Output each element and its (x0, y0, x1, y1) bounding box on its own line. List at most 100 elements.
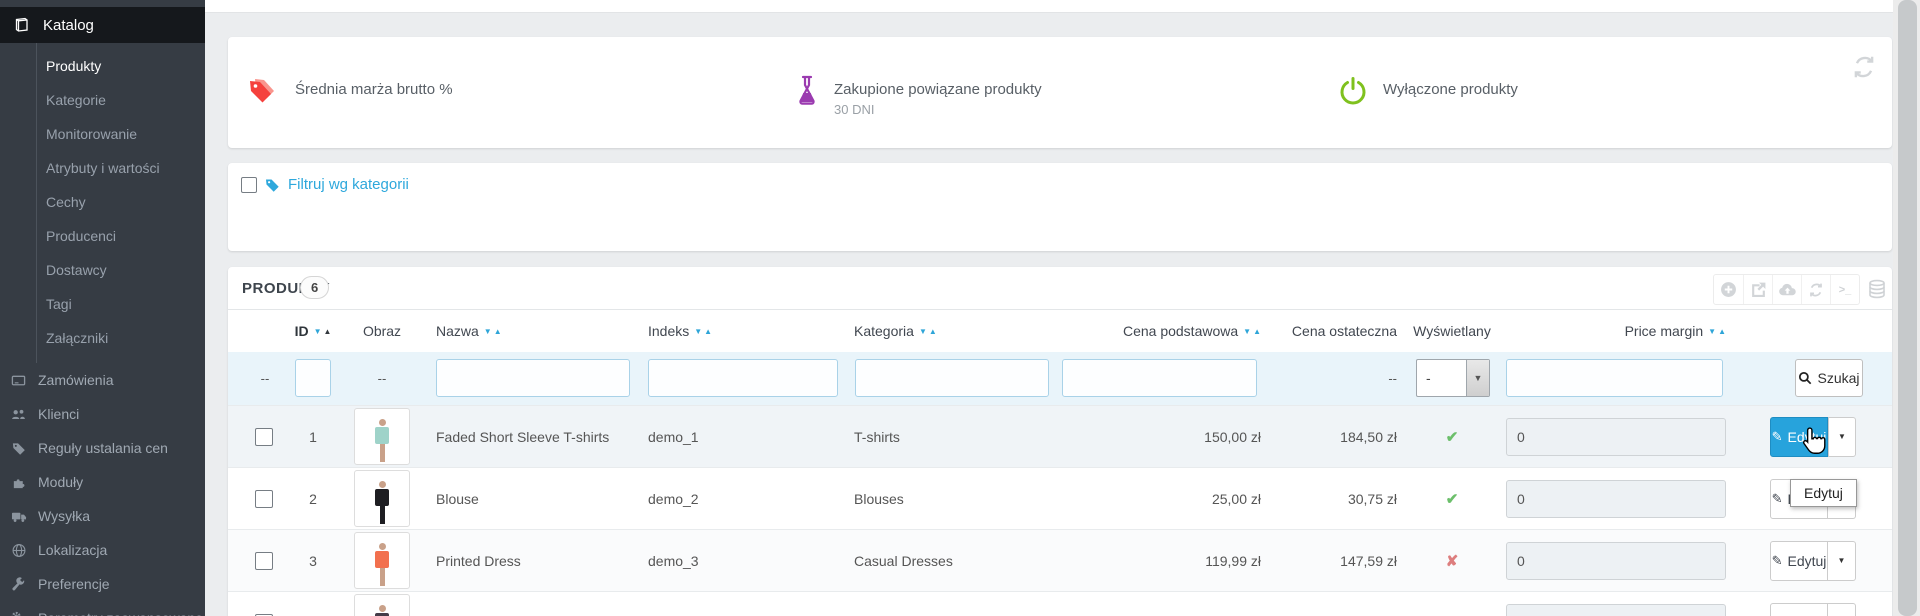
edit-button[interactable]: ✎Edytuj (1770, 603, 1828, 616)
column-header-margin[interactable]: Price margin▼▲ (1506, 310, 1726, 352)
puzzle-icon (8, 475, 29, 490)
sidebar-item-katalog[interactable]: Katalog (0, 7, 205, 43)
export-button[interactable] (1743, 275, 1772, 304)
product-price-margin (1506, 406, 1726, 467)
column-header-ref[interactable]: Indeks▼▲ (648, 310, 838, 352)
sql-query-button[interactable]: >_ (1830, 275, 1859, 304)
price-margin-input[interactable] (1506, 542, 1726, 580)
product-displayed-status: ✔ (1415, 406, 1489, 467)
sidebar-item-zamowienia[interactable]: Zamówienia (0, 363, 205, 397)
scrollbar-thumb[interactable] (1898, 0, 1917, 616)
product-base-price: 124,99 zł (1081, 592, 1261, 616)
filter-name-input[interactable] (436, 359, 630, 397)
filter-reference-input[interactable] (648, 359, 838, 397)
edit-dropdown-toggle[interactable]: ▼ (1828, 603, 1856, 616)
sidebar-item-zalaczniki[interactable]: Załączniki (37, 321, 205, 355)
product-thumbnail[interactable] (354, 408, 410, 465)
search-button[interactable]: Szukaj (1795, 359, 1863, 397)
column-header-name[interactable]: Nazwa▼▲ (436, 310, 641, 352)
products-table-head: ID▼▲ObrazNazwa▼▲Indeks▼▲Kategoria▼▲Cena … (228, 310, 1892, 352)
database-icon[interactable] (1867, 279, 1887, 299)
product-final-price: 147,59 zł (1267, 530, 1397, 591)
sort-arrows[interactable]: ▼▲ (1243, 327, 1261, 336)
product-thumbnail[interactable] (354, 470, 410, 527)
sort-arrows[interactable]: ▼▲ (314, 327, 332, 336)
sidebar-item-reguly-cen[interactable]: Reguły ustalania cen (0, 431, 205, 465)
edit-button[interactable]: ✎Edytuj (1770, 417, 1828, 457)
filter-by-category-link[interactable]: Filtruj wg kategorii (288, 176, 409, 193)
row-checkbox[interactable] (255, 490, 273, 508)
edit-dropdown-toggle[interactable]: ▼ (1828, 417, 1856, 457)
sidebar-item-produkty[interactable]: Produkty (37, 49, 205, 83)
edit-button[interactable]: ✎Edytuj (1770, 541, 1828, 581)
price-margin-input[interactable] (1506, 604, 1726, 616)
flask-icon (794, 75, 820, 107)
column-header-id[interactable]: ID▼▲ (283, 310, 343, 352)
filter-base-price-input[interactable] (1062, 359, 1257, 397)
product-image (354, 530, 410, 591)
row-checkbox[interactable] (255, 552, 273, 570)
product-id: 3 (283, 530, 343, 591)
refresh-icon[interactable] (1851, 54, 1877, 80)
sort-arrows[interactable]: ▼▲ (484, 327, 502, 336)
edit-dropdown-toggle[interactable]: ▼ (1828, 541, 1856, 581)
sort-arrows[interactable]: ▼▲ (1708, 327, 1726, 336)
price-margin-input[interactable] (1506, 418, 1726, 456)
filter-displayed-select[interactable]: - ▼ (1416, 359, 1490, 397)
sort-arrows[interactable]: ▼▲ (919, 327, 937, 336)
filter-id-input[interactable] (295, 359, 331, 397)
sidebar-item-kategorie[interactable]: Kategorie (37, 83, 205, 117)
kpi-label: Średnia marża brutto % (295, 75, 453, 98)
sidebar-item-lokalizacja[interactable]: Lokalizacja (0, 533, 205, 567)
product-image (354, 468, 410, 529)
product-id: 2 (283, 468, 343, 529)
filter-category-checkbox[interactable] (241, 177, 257, 193)
sidebar-item-wysylka[interactable]: Wysyłka (0, 499, 205, 533)
column-header-price1[interactable]: Cena podstawowa▼▲ (1081, 310, 1261, 352)
sidebar-item-preferencje[interactable]: Preferencje (0, 567, 205, 601)
price-margin-input[interactable] (1506, 480, 1726, 518)
product-price-margin (1506, 592, 1726, 616)
product-base-price: 150,00 zł (1081, 406, 1261, 467)
terminal-icon: >_ (1839, 284, 1852, 296)
product-reference: demo_4 (648, 592, 838, 616)
chevron-down-icon: ▼ (1466, 360, 1489, 396)
product-thumbnail[interactable] (354, 594, 410, 616)
filter-margin-input[interactable] (1506, 359, 1723, 397)
add-product-button[interactable] (1714, 275, 1743, 304)
refresh-list-button[interactable] (1801, 275, 1830, 304)
filter-category-input[interactable] (855, 359, 1049, 397)
sort-arrows[interactable]: ▼▲ (694, 327, 712, 336)
row-checkbox-cell (255, 592, 275, 616)
product-final-price: 184,50 zł (1267, 406, 1397, 467)
product-thumbnail[interactable] (354, 532, 410, 589)
edit-button-label: Edytuj (1787, 553, 1826, 569)
import-button[interactable] (1772, 275, 1801, 304)
column-header-price2: Cena ostateczna (1267, 310, 1397, 352)
column-header-cat[interactable]: Kategoria▼▲ (854, 310, 1054, 352)
pencil-icon: ✎ (1772, 491, 1783, 507)
kpi-average-margin: Średnia marża brutto % (245, 75, 453, 109)
vertical-scrollbar[interactable] (1893, 0, 1920, 616)
products-table-body: 1Faded Short Sleeve T-shirtsdemo_1T-shir… (228, 405, 1892, 616)
sidebar-item-dostawcy[interactable]: Dostawcy (37, 253, 205, 287)
sidebar-item-moduly[interactable]: Moduły (0, 465, 205, 499)
row-checkbox[interactable] (255, 428, 273, 446)
users-icon (8, 407, 29, 422)
checkmark-icon: ✔ (1446, 428, 1459, 446)
sidebar-item-cechy[interactable]: Cechy (37, 185, 205, 219)
filter-dash: -- (354, 352, 410, 405)
product-final-price: 153,74 zł (1267, 592, 1397, 616)
power-icon (1337, 75, 1369, 107)
product-price-margin (1506, 468, 1726, 529)
cloud-upload-icon (1778, 282, 1797, 298)
product-name: Printed Dress (436, 530, 641, 591)
sidebar-item-producenci[interactable]: Producenci (37, 219, 205, 253)
sidebar-item-monitorowanie[interactable]: Monitorowanie (37, 117, 205, 151)
sidebar-item-tagi[interactable]: Tagi (37, 287, 205, 321)
catalog-submenu: Produkty Kategorie Monitorowanie Atrybut… (36, 43, 205, 363)
search-button-label: Szukaj (1817, 370, 1859, 386)
sidebar-item-parametry[interactable]: Parametry zaawansowane (0, 601, 205, 616)
sidebar-item-atrybuty[interactable]: Atrybuty i wartości (37, 151, 205, 185)
sidebar-item-klienci[interactable]: Klienci (0, 397, 205, 431)
